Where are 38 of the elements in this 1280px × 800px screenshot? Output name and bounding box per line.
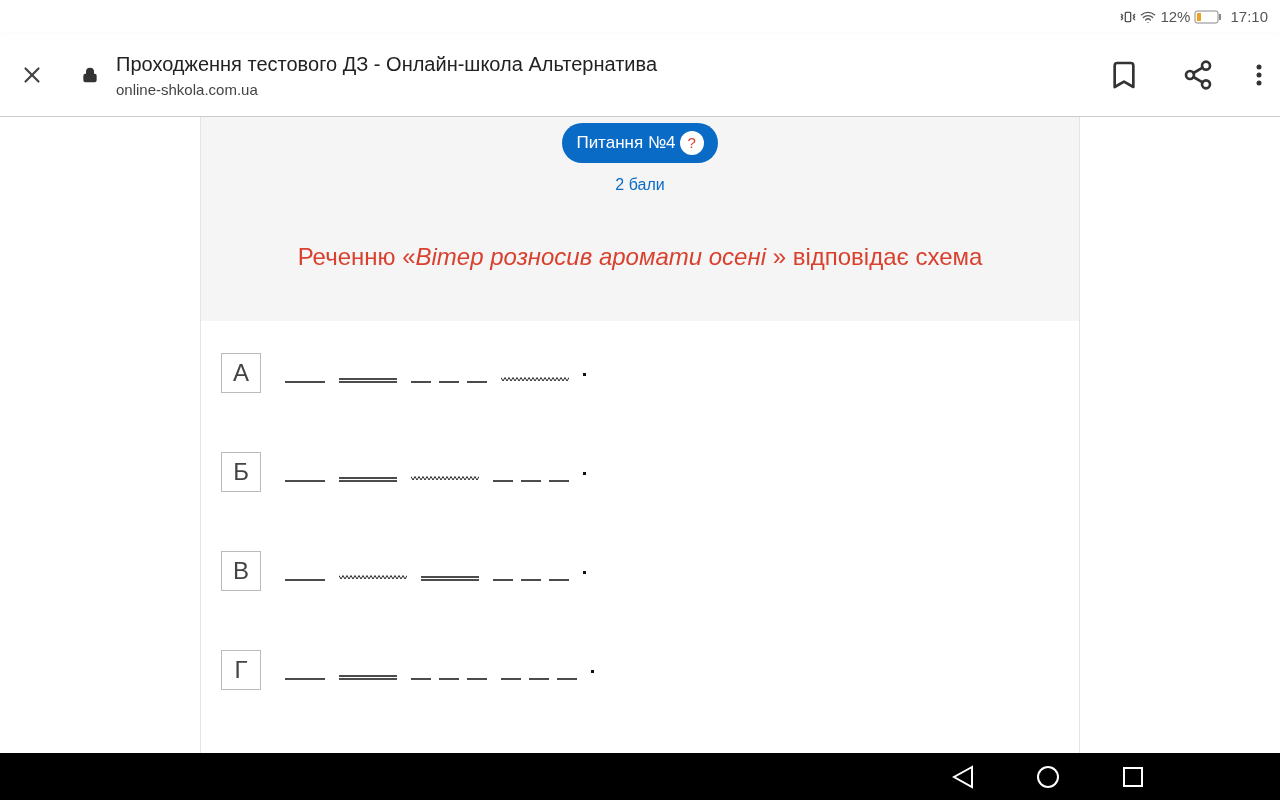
battery-percent: 12% [1160,6,1191,27]
home-icon[interactable] [1036,764,1060,789]
double-line-mark [421,576,479,581]
page-title: Проходження тестового ДЗ - Онлайн-школа Альтернатива [116,51,659,77]
question-number: Питання №4 [576,132,676,155]
points-label: 2 бали [615,175,665,195]
question-text: Реченню «Вітер розносив аромати осені » відповідає схема [297,242,983,272]
wavy-line-mark [501,377,569,382]
menu-button[interactable] [1256,64,1262,86]
double-line-mark [339,378,397,383]
dot-mark [583,571,586,574]
wifi-icon [1140,9,1157,25]
wavy-line-mark [411,476,479,481]
wavy-line-mark [339,575,407,580]
page-url: online-shkola.com.ua [116,79,259,100]
solid-line-mark [285,480,325,482]
solid-line-mark [285,678,325,680]
more-icon [1256,64,1262,86]
solid-line-mark [285,381,325,383]
answer-letter[interactable]: В [221,551,261,591]
recents-icon[interactable] [1122,765,1144,788]
solid-line-mark [285,579,325,581]
answer-letter[interactable]: Б [221,452,261,492]
clock-time: 17:10 [1230,6,1268,27]
answer-letter[interactable]: А [221,353,261,393]
double-line-mark [339,675,397,680]
lock-icon [82,67,98,83]
help-button[interactable]: ? [679,131,704,155]
share-icon [1182,59,1214,91]
dot-mark [583,373,586,376]
dot-mark [583,472,586,475]
share-button[interactable] [1182,59,1214,91]
battery-icon [1194,10,1223,24]
back-icon[interactable] [952,764,974,789]
double-line-mark [339,477,397,482]
answer-letter[interactable]: Г [221,650,261,690]
vibrate-icon [1120,9,1137,25]
dot-mark [591,670,594,673]
